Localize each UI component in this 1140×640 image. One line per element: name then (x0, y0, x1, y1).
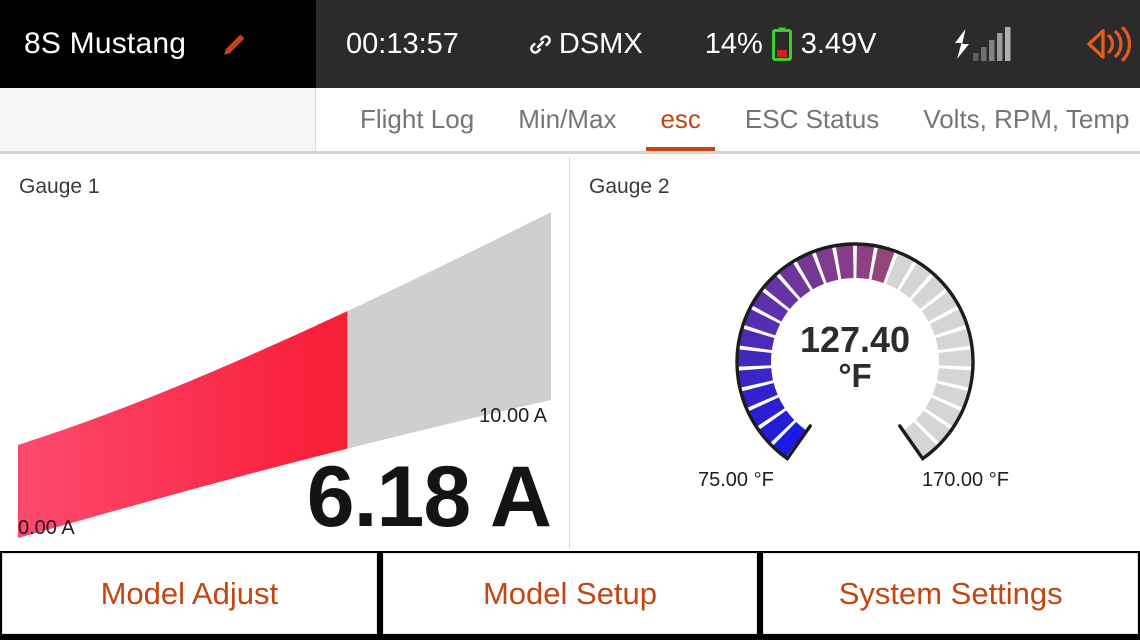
gauge-1-panel[interactable]: Gauge 1 0.00 A 10.00 A 6.18 A (0, 157, 570, 548)
gauge-1-max-label: 10.00 A (479, 405, 547, 427)
gauge-2-ring (735, 242, 975, 462)
gauge-2-min-label: 75.00 °F (698, 469, 774, 491)
tab-bar-spacer (0, 88, 316, 151)
gauge-2-segment (938, 349, 974, 367)
tab-label: Volts, RPM, Temp (923, 104, 1130, 134)
model-adjust-button[interactable]: Model Adjust (2, 553, 377, 634)
gauge-2-segment (856, 244, 875, 280)
status-indicators: 00:13:57 DSMX 14% 3.49V (316, 0, 1140, 88)
model-setup-button[interactable]: Model Setup (382, 553, 758, 634)
tab-flight-log[interactable]: Flight Log (338, 88, 496, 151)
speaker-icon[interactable] (1083, 24, 1135, 64)
protocol-label: DSMX (558, 27, 643, 60)
tab-volts-rpm-temp[interactable]: Volts, RPM, Temp (901, 88, 1140, 151)
battery-indicator: 14% 3.49V (705, 27, 877, 61)
system-settings-button[interactable]: System Settings (763, 553, 1139, 634)
tab-label: Min/Max (518, 104, 617, 134)
signal-indicator (947, 25, 1021, 63)
gauge-2-segment (736, 349, 772, 367)
battery-voltage-label: 3.49V (800, 27, 877, 60)
tab-label: Flight Log (360, 104, 475, 134)
pencil-icon[interactable] (220, 29, 250, 59)
model-name-label: 8S Mustang (24, 27, 187, 60)
protocol-indicator: DSMX (527, 28, 643, 61)
timer-indicator[interactable]: 00:13:57 (346, 28, 459, 61)
tab-esc[interactable]: esc (638, 88, 722, 151)
button-label: Model Setup (482, 575, 658, 611)
battery-icon (771, 27, 792, 61)
battery-percent-label: 14% (704, 27, 763, 60)
bottom-button-bar: Model Adjust Model Setup System Settings (0, 551, 1140, 640)
gauge-panels: Gauge 1 0.00 A 10.00 A 6.18 A Gauge 2 12… (0, 157, 1140, 548)
timer-label: 00:13:57 (346, 27, 459, 60)
tab-label: ESC Status (744, 104, 880, 134)
tab-bar: Flight Log Min/Max esc ESC Status Volts,… (0, 88, 1140, 154)
telemetry-screen: 8S Mustang 00:13:57 DSMX 14% 3.49V Fligh… (0, 0, 1140, 640)
button-label: Model Adjust (100, 575, 279, 611)
signal-bars-icon (947, 25, 1021, 63)
gauge-2-max-label: 170.00 °F (922, 469, 1009, 491)
gauge-1-value: 6.18 A (306, 449, 552, 545)
gauge-2-segment (835, 244, 854, 280)
status-bar: 8S Mustang 00:13:57 DSMX 14% 3.49V (0, 0, 1140, 88)
button-label: System Settings (838, 575, 1063, 611)
gauge-1-min-label: 0.00 A (18, 517, 75, 539)
tab-list: Flight Log Min/Max esc ESC Status Volts,… (316, 88, 1140, 151)
tab-min-max[interactable]: Min/Max (496, 88, 638, 151)
audio-indicator[interactable] (1083, 24, 1135, 64)
gauge-2-panel[interactable]: Gauge 2 127.40 °F 75.00 °F 170.00 °F (570, 157, 1140, 548)
tab-label: esc (660, 104, 701, 134)
link-icon (527, 31, 554, 58)
model-name-block[interactable]: 8S Mustang (0, 0, 316, 88)
tab-esc-status[interactable]: ESC Status (723, 88, 901, 151)
